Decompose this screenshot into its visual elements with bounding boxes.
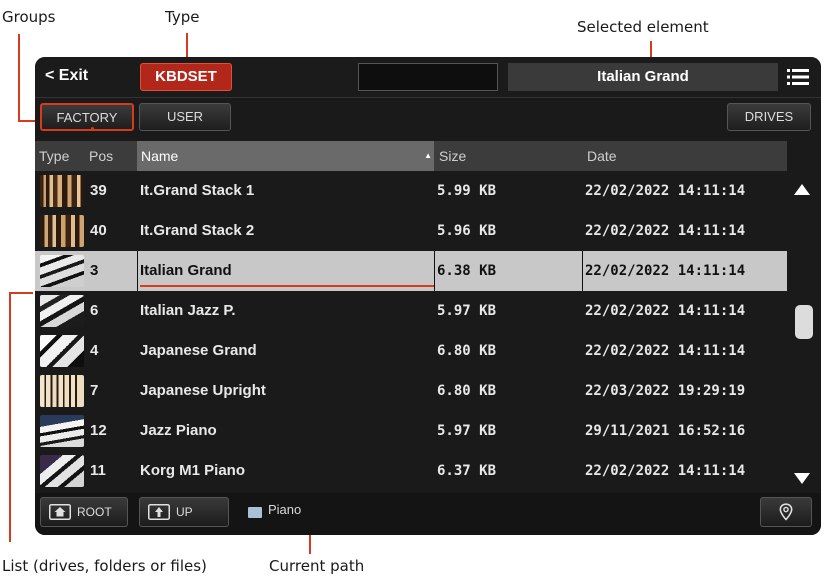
column-separator bbox=[137, 251, 138, 291]
column-separator bbox=[582, 251, 583, 291]
cell-date: 29/11/2021 16:52:16 bbox=[585, 423, 746, 439]
cell-name: Jazz Piano bbox=[140, 422, 217, 439]
scroll-up-icon[interactable] bbox=[794, 184, 810, 195]
cell-size: 5.97 KB bbox=[437, 303, 497, 319]
cell-name: It.Grand Stack 2 bbox=[140, 222, 255, 239]
table-row[interactable]: 4 Japanese Grand 6.80 KB 22/02/2022 14:11:1… bbox=[35, 331, 787, 371]
user-group-button[interactable]: USER bbox=[139, 103, 231, 131]
column-header-date[interactable]: Date bbox=[583, 141, 787, 171]
cell-name: Italian Jazz P. bbox=[140, 302, 236, 319]
home-icon bbox=[49, 504, 71, 520]
cell-date: 22/02/2022 14:11:14 bbox=[585, 463, 746, 479]
sort-ascending-icon: ▲ bbox=[424, 151, 432, 160]
cell-date: 22/02/2022 14:11:14 bbox=[585, 183, 746, 199]
cell-pos: 12 bbox=[90, 422, 107, 439]
cell-size: 5.99 KB bbox=[437, 183, 497, 199]
column-header-name-label: Name bbox=[141, 148, 179, 164]
factory-group-button[interactable]: FACTORY bbox=[40, 103, 134, 131]
cell-name: It.Grand Stack 1 bbox=[140, 182, 255, 199]
exit-button[interactable]: < Exit bbox=[45, 67, 88, 85]
table-row[interactable]: 6 Italian Jazz P. 5.97 KB 22/02/2022 14:11:… bbox=[35, 291, 787, 331]
group-bar: FACTORY USER DRIVES bbox=[35, 97, 821, 133]
piano-thumbnail-icon bbox=[40, 255, 84, 287]
list-callout-bracket-v bbox=[9, 292, 11, 542]
cell-date: 22/02/2022 14:11:14 bbox=[585, 263, 746, 279]
table-row[interactable]: 39 It.Grand Stack 1 5.99 KB 22/02/2022 14:1… bbox=[35, 171, 787, 211]
table-row[interactable]: 11 Korg M1 Piano 6.37 KB 22/02/2022 14:11:1… bbox=[35, 451, 787, 491]
cell-name: Japanese Upright bbox=[140, 382, 266, 399]
cell-name: Japanese Grand bbox=[140, 342, 257, 359]
scrollbar-thumb[interactable] bbox=[795, 305, 813, 339]
column-header-type[interactable]: Type bbox=[35, 141, 85, 171]
piano-thumbnail-icon bbox=[40, 415, 84, 447]
column-header-pos[interactable]: Pos bbox=[85, 141, 137, 171]
cell-pos: 40 bbox=[90, 222, 107, 239]
bottom-bar: ROOT UP Piano bbox=[35, 493, 821, 535]
up-button[interactable]: UP bbox=[139, 497, 229, 527]
selection-underline bbox=[140, 285, 434, 287]
list-callout-bracket-h bbox=[9, 292, 33, 294]
root-button[interactable]: ROOT bbox=[40, 497, 128, 527]
cell-date: 22/02/2022 14:11:14 bbox=[585, 343, 746, 359]
type-button[interactable]: KBDSET bbox=[140, 63, 232, 91]
top-bar: < Exit KBDSET Italian Grand bbox=[35, 57, 821, 97]
active-indicator-dot bbox=[91, 127, 94, 130]
table-row[interactable]: 12 Jazz Piano 5.97 KB 29/11/2021 16:52:16 bbox=[35, 411, 787, 451]
cell-size: 6.80 KB bbox=[437, 343, 497, 359]
list-callout: List (drives, folders or files) bbox=[2, 557, 207, 575]
cell-pos: 4 bbox=[90, 342, 99, 359]
type-callout: Type bbox=[165, 8, 200, 26]
factory-label: FACTORY bbox=[56, 110, 118, 125]
drives-button[interactable]: DRIVES bbox=[727, 103, 811, 131]
cell-name: Korg M1 Piano bbox=[140, 462, 246, 479]
piano-thumbnail-icon bbox=[40, 455, 84, 487]
table-header: Type Pos Name ▲ Size Date bbox=[35, 141, 787, 171]
folder-icon bbox=[248, 507, 262, 518]
current-path: Piano bbox=[268, 502, 302, 517]
column-header-name[interactable]: Name ▲ bbox=[137, 141, 434, 171]
cell-date: 22/02/2022 14:11:14 bbox=[585, 223, 746, 239]
groups-callout: Groups bbox=[2, 8, 56, 26]
column-header-size[interactable]: Size bbox=[435, 141, 583, 171]
hamburger-menu-icon[interactable] bbox=[787, 69, 809, 85]
empty-field bbox=[358, 63, 498, 91]
piano-thumbnail-icon bbox=[40, 375, 84, 407]
cell-date: 22/03/2022 19:29:19 bbox=[585, 383, 746, 399]
scrollbar[interactable] bbox=[787, 171, 821, 499]
cell-size: 6.37 KB bbox=[437, 463, 497, 479]
column-separator bbox=[434, 251, 435, 291]
piano-thumbnail-icon bbox=[40, 335, 84, 367]
cell-pos: 39 bbox=[90, 182, 107, 199]
up-label: UP bbox=[176, 505, 193, 519]
folder-up-icon bbox=[148, 504, 170, 520]
cell-size: 6.38 KB bbox=[437, 263, 497, 279]
location-button[interactable] bbox=[760, 497, 812, 527]
cell-size: 5.96 KB bbox=[437, 223, 497, 239]
file-browser-screen: < Exit KBDSET Italian Grand FACTORY USER… bbox=[35, 57, 821, 535]
cell-pos: 3 bbox=[90, 262, 99, 279]
cell-pos: 11 bbox=[90, 462, 106, 479]
piano-thumbnail-icon bbox=[40, 295, 84, 327]
selected-element-callout: Selected element bbox=[577, 18, 709, 36]
selected-element-display: Italian Grand bbox=[508, 63, 778, 91]
scroll-down-icon[interactable] bbox=[794, 473, 810, 484]
table-row[interactable]: 7 Japanese Upright 6.80 KB 22/03/2022 19:29… bbox=[35, 371, 787, 411]
current-path-callout: Current path bbox=[269, 557, 365, 575]
groups-callout-line bbox=[18, 34, 20, 122]
cell-pos: 6 bbox=[90, 302, 99, 319]
current-path-callout-line bbox=[309, 535, 311, 554]
piano-thumbnail-icon bbox=[40, 215, 84, 247]
table-row[interactable]: 3 Italian Grand 6.38 KB 22/02/2022 14:11:14 bbox=[35, 251, 787, 291]
cell-size: 6.80 KB bbox=[437, 383, 497, 399]
piano-thumbnail-icon bbox=[40, 175, 84, 207]
cell-pos: 7 bbox=[90, 382, 99, 399]
table-row[interactable]: 40 It.Grand Stack 2 5.96 KB 22/02/2022 14:1… bbox=[35, 211, 787, 251]
cell-size: 5.97 KB bbox=[437, 423, 497, 439]
root-label: ROOT bbox=[77, 505, 112, 519]
location-pin-icon bbox=[779, 503, 793, 521]
cell-date: 22/02/2022 14:11:14 bbox=[585, 303, 746, 319]
